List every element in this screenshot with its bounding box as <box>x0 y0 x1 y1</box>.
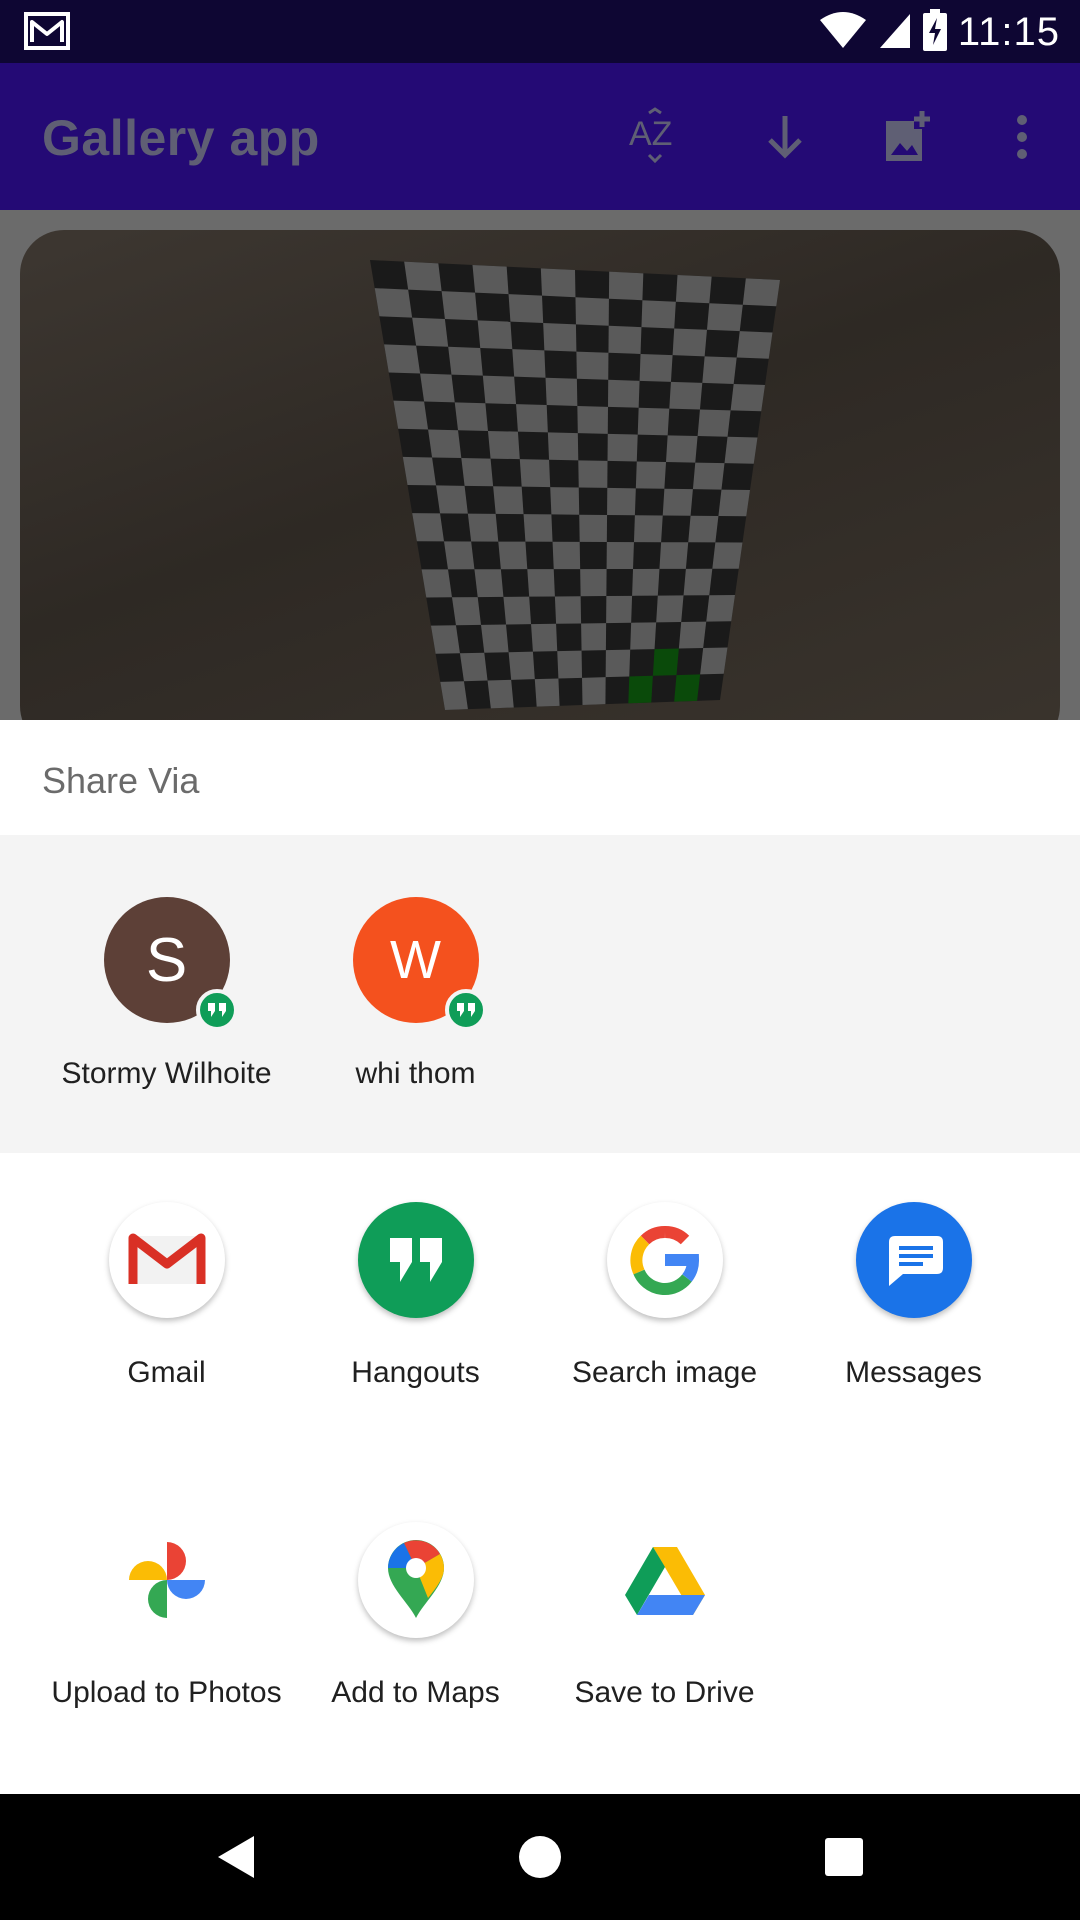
direct-share-target[interactable]: S Stormy Wilhoite <box>42 897 291 1091</box>
checkerboard-image <box>350 240 810 720</box>
hangouts-badge-icon <box>444 989 487 1031</box>
hangouts-badge-icon <box>195 989 238 1031</box>
gmail-notification-icon <box>24 12 70 52</box>
recents-icon[interactable] <box>814 1827 874 1887</box>
gallery-content <box>0 210 1080 750</box>
signal-icon <box>878 10 912 55</box>
app-label: Hangouts <box>351 1356 480 1389</box>
svg-text:AZ: AZ <box>629 115 672 153</box>
app-label: Gmail <box>127 1356 206 1389</box>
app-label: Save to Drive <box>574 1676 755 1709</box>
avatar: S <box>103 897 238 1031</box>
drive-icon <box>606 1522 723 1638</box>
status-bar: 11:15 <box>0 0 1080 63</box>
back-icon[interactable] <box>206 1827 266 1887</box>
add-photo-icon[interactable] <box>880 107 940 167</box>
home-icon[interactable] <box>510 1827 570 1887</box>
target-label: Stormy Wilhoite <box>61 1057 272 1090</box>
share-app-search-image[interactable]: Search image <box>540 1202 789 1390</box>
direct-share-row: S Stormy Wilhoite W whi thom <box>0 835 1080 1153</box>
share-app-hangouts[interactable]: Hangouts <box>291 1202 540 1390</box>
photo-thumbnail[interactable] <box>20 230 1060 750</box>
app-bar: Gallery app AZ <box>0 63 1080 210</box>
google-icon <box>606 1202 723 1318</box>
gmail-icon <box>108 1202 225 1318</box>
hangouts-icon <box>357 1202 474 1318</box>
app-label: Upload to Photos <box>51 1676 282 1709</box>
share-sheet-title: Share Via <box>42 760 200 801</box>
app-label: Messages <box>845 1356 982 1389</box>
share-app-maps[interactable]: Add to Maps <box>291 1522 540 1710</box>
share-app-messages[interactable]: Messages <box>789 1202 1038 1390</box>
direct-share-target[interactable]: W whi thom <box>291 897 540 1091</box>
target-label: whi thom <box>355 1057 476 1090</box>
more-vert-icon[interactable] <box>992 107 1052 167</box>
share-app-photos[interactable]: Upload to Photos <box>42 1522 291 1710</box>
sort-az-icon[interactable]: AZ <box>627 107 687 167</box>
battery-charging-icon <box>922 8 948 56</box>
app-label: Search image <box>571 1356 758 1389</box>
share-app-drive[interactable]: Save to Drive <box>540 1522 789 1710</box>
avatar: W <box>352 897 487 1031</box>
app-title: Gallery app <box>42 110 320 166</box>
messages-icon <box>855 1202 972 1318</box>
app-label: Add to Maps <box>331 1676 500 1709</box>
download-icon[interactable] <box>755 107 815 167</box>
share-app-gmail[interactable]: Gmail <box>42 1202 291 1390</box>
maps-icon <box>357 1522 474 1638</box>
wifi-icon <box>818 10 868 55</box>
share-sheet: Share Via S Stormy Wilhoite W whi thom G… <box>0 720 1080 1794</box>
clock: 11:15 <box>957 9 1060 54</box>
navigation-bar <box>0 1794 1080 1920</box>
photos-icon <box>108 1522 225 1638</box>
